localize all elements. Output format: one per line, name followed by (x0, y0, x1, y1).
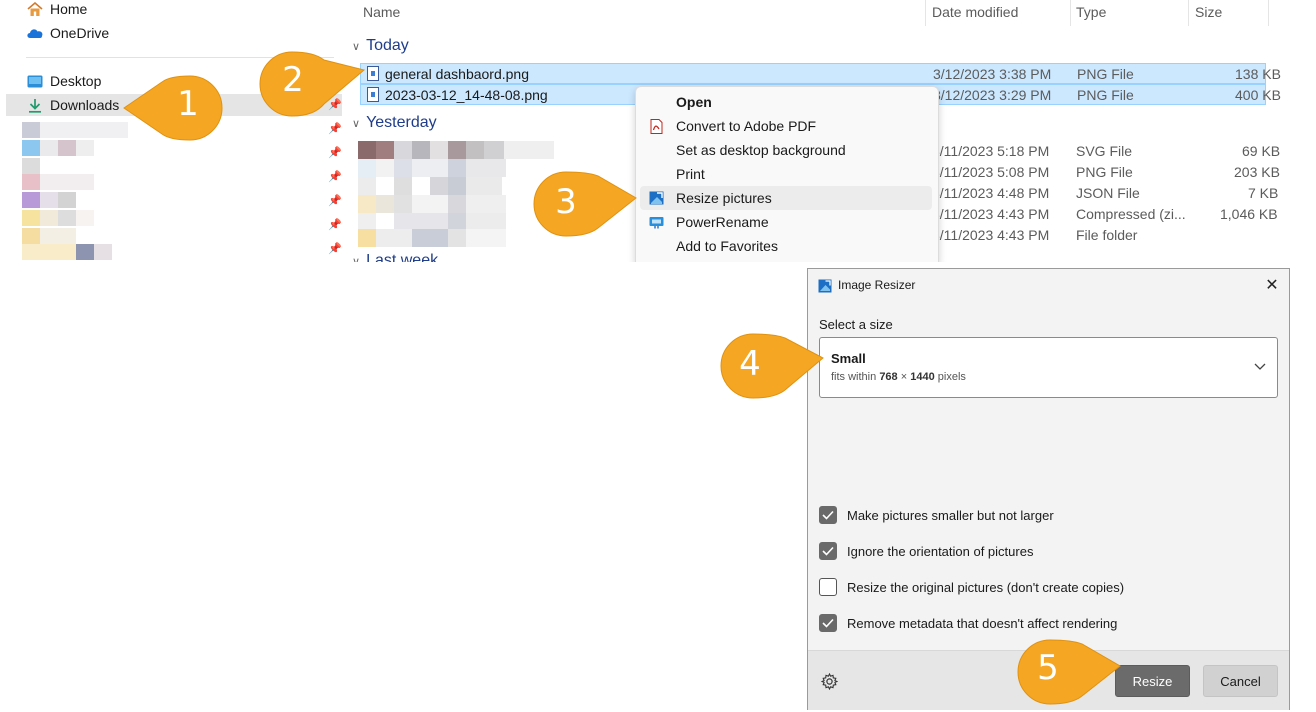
group-header-last-week[interactable]: ∨ Last week (346, 252, 438, 262)
nav-item-label: OneDrive (50, 25, 110, 41)
menu-item-open[interactable]: Open (640, 90, 932, 114)
pin-icon[interactable]: 📌 (328, 218, 342, 232)
png-file-icon (367, 87, 379, 102)
close-icon[interactable]: ✕ (1261, 275, 1283, 297)
pin-icon[interactable]: 📌 (328, 122, 342, 136)
chevron-down-icon: ∨ (352, 255, 361, 263)
dialog-title: Image Resizer (838, 278, 916, 292)
checkbox-unchecked[interactable] (819, 578, 837, 596)
file-date: 3/12/2023 3:38 PM (933, 66, 1052, 82)
pin-icon[interactable]: 📌 (328, 146, 342, 160)
file-date: 3/11/2023 4:48 PM (932, 185, 1050, 201)
column-divider[interactable] (1070, 0, 1071, 26)
file-type: PNG File (1077, 66, 1134, 82)
file-type: File folder (1076, 227, 1138, 243)
menu-item-power-rename[interactable]: PowerRename (640, 210, 932, 234)
download-icon (26, 97, 44, 113)
step-number: 4 (739, 344, 761, 384)
gear-icon[interactable] (820, 672, 839, 691)
column-header-type[interactable]: Type (1076, 4, 1106, 20)
cloud-icon (26, 25, 44, 41)
file-type: Compressed (zi... (1076, 206, 1186, 222)
power-rename-icon (648, 214, 664, 230)
column-divider[interactable] (1188, 0, 1189, 26)
checkbox-checked[interactable] (819, 614, 837, 632)
column-divider[interactable] (925, 0, 926, 26)
file-size: 138 KB (1235, 66, 1281, 82)
desktop-icon (26, 73, 44, 89)
size-description: fits within 768 × 1440 pixels (831, 371, 966, 383)
checkbox-checked[interactable] (819, 506, 837, 524)
nav-item-label: Downloads (50, 97, 120, 113)
png-file-icon (367, 66, 379, 81)
file-date: 3/12/2023 3:29 PM (933, 87, 1052, 103)
menu-item-add-favorites[interactable]: Add to Favorites (640, 234, 932, 258)
menu-item-set-background[interactable]: Set as desktop background (640, 138, 932, 162)
option-ignore-orientation[interactable]: Ignore the orientation of pictures (819, 540, 1033, 562)
home-icon (26, 1, 44, 17)
size-dropdown[interactable]: Small fits within 768 × 1440 pixels (819, 337, 1278, 398)
group-label: Yesterday (366, 114, 437, 131)
nav-item-label: Desktop (50, 73, 102, 89)
context-menu: Open Convert to Adobe PDF Set as desktop… (635, 86, 939, 262)
pdf-icon (648, 118, 664, 134)
pin-icon[interactable]: 📌 (328, 194, 342, 208)
column-header-date[interactable]: Date modified (932, 4, 1018, 20)
checkbox-checked[interactable] (819, 542, 837, 560)
pin-icon[interactable]: 📌 (328, 242, 342, 256)
file-type: PNG File (1076, 164, 1133, 180)
option-label: Make pictures smaller but not larger (847, 507, 1054, 523)
image-resizer-icon (818, 279, 832, 293)
file-name: 2023-03-12_14-48-08.png (385, 87, 548, 103)
file-date: 3/11/2023 4:43 PM (932, 206, 1050, 222)
chevron-down-icon (1252, 358, 1268, 374)
size-label: Select a size (819, 317, 893, 332)
file-type: JSON File (1076, 185, 1140, 201)
step-number: 2 (282, 60, 304, 100)
nav-item-label: Home (50, 1, 88, 17)
option-resize-original[interactable]: Resize the original pictures (don't crea… (819, 576, 1124, 598)
step-number: 5 (1037, 648, 1059, 688)
menu-item-resize-pictures[interactable]: Resize pictures (640, 186, 932, 210)
image-resizer-icon (648, 190, 664, 206)
group-label: Last week (366, 252, 439, 262)
menu-item-print[interactable]: Print (640, 162, 932, 186)
resize-button[interactable]: Resize (1115, 665, 1190, 697)
file-date: 3/11/2023 5:08 PM (932, 164, 1050, 180)
file-size: 1,046 KB (1220, 206, 1278, 222)
cancel-button[interactable]: Cancel (1203, 665, 1278, 697)
menu-item-convert-pdf[interactable]: Convert to Adobe PDF (640, 114, 932, 138)
nav-item-onedrive[interactable]: OneDrive (6, 22, 342, 44)
option-label: Resize the original pictures (don't crea… (847, 579, 1125, 595)
file-row[interactable]: general dashbaord.png 3/12/2023 3:38 PM … (360, 63, 1281, 84)
option-label: Remove metadata that doesn't affect rend… (847, 615, 1118, 631)
column-header-size[interactable]: Size (1195, 4, 1222, 20)
file-size: 69 KB (1242, 143, 1281, 159)
step-number: 3 (555, 182, 577, 222)
column-header-name[interactable]: Name (363, 4, 400, 20)
option-smaller-not-larger[interactable]: Make pictures smaller but not larger (819, 504, 1054, 526)
size-name: Small (831, 351, 866, 366)
option-label: Ignore the orientation of pictures (847, 543, 1034, 559)
file-type: PNG File (1077, 87, 1134, 103)
pin-icon[interactable]: 📌 (328, 170, 342, 184)
file-type: SVG File (1076, 143, 1133, 159)
file-name: general dashbaord.png (385, 66, 530, 82)
file-date: 3/11/2023 4:43 PM (932, 227, 1050, 243)
step-number: 1 (177, 84, 199, 124)
group-label: Today (366, 37, 409, 54)
column-divider[interactable] (1268, 0, 1269, 26)
file-date: 3/11/2023 5:18 PM (932, 143, 1050, 159)
file-size: 203 KB (1234, 164, 1280, 180)
file-size: 400 KB (1235, 87, 1281, 103)
file-size: 7 KB (1248, 185, 1279, 201)
option-remove-metadata[interactable]: Remove metadata that doesn't affect rend… (819, 612, 1117, 634)
nav-item-home[interactable]: Home (6, 0, 342, 20)
